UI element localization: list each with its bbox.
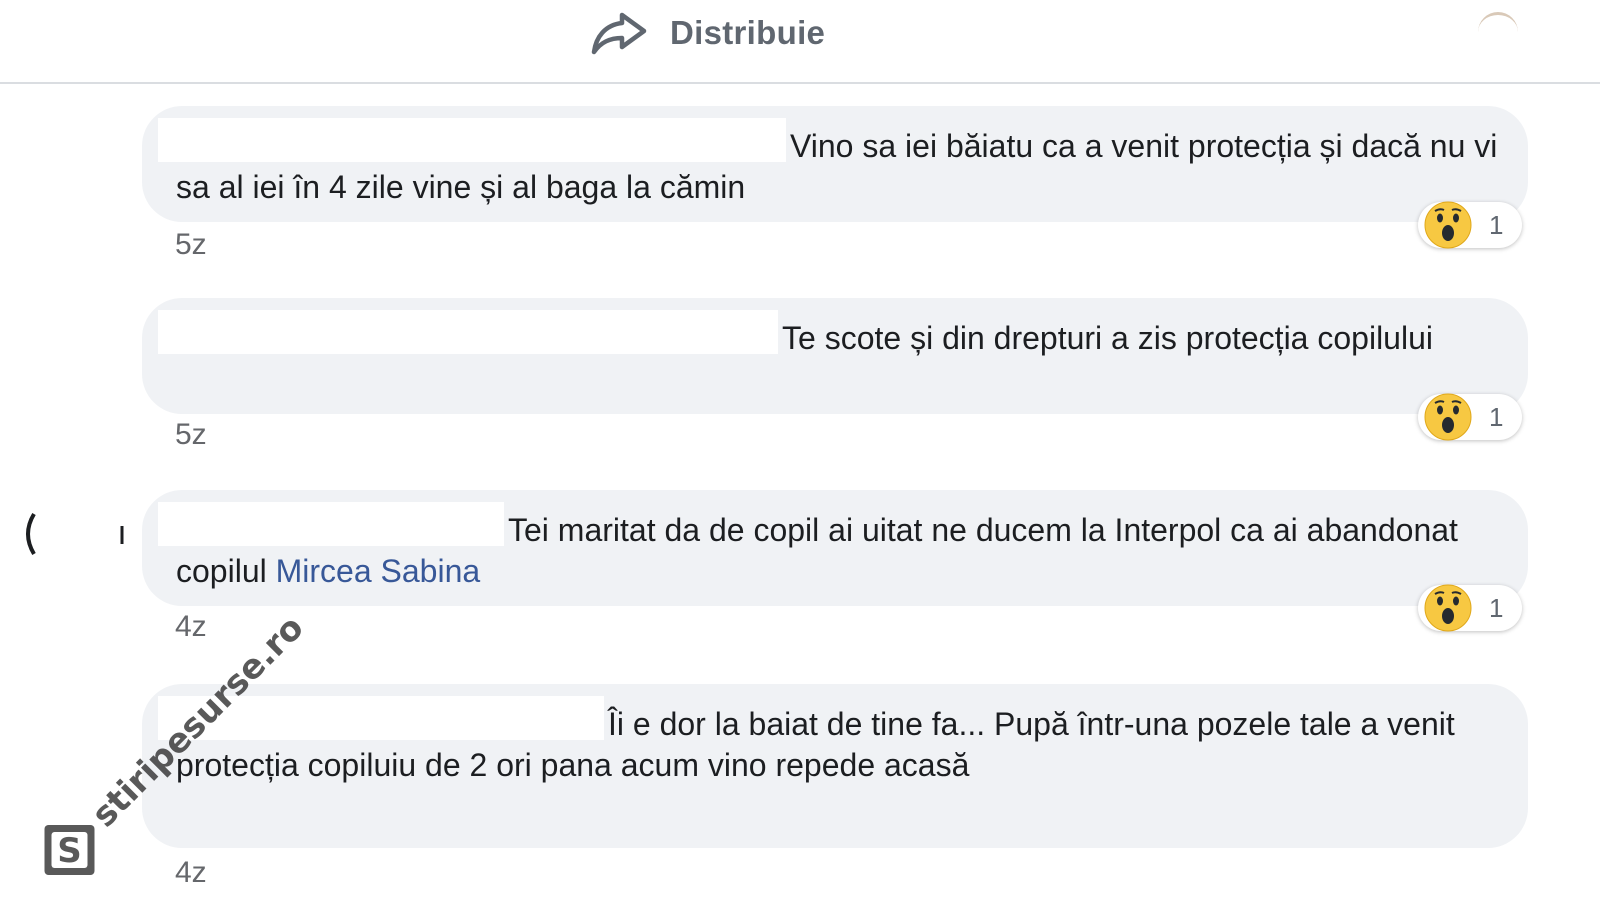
comment-bubble: Te scote și din drepturi a zis protecția… <box>142 298 1528 414</box>
redacted-author-name <box>158 310 778 354</box>
redacted-author-name <box>158 502 504 546</box>
wow-emoji-icon <box>1424 201 1472 249</box>
reaction-count: 1 <box>1489 592 1504 623</box>
share-button[interactable]: Distribuie <box>590 8 825 58</box>
comment-timestamp[interactable]: 4z <box>175 610 207 644</box>
comment-timestamp[interactable]: 5z <box>175 418 207 452</box>
wow-emoji-icon <box>1424 584 1472 632</box>
post-actions-bar: Distribuie <box>0 0 1600 84</box>
wow-emoji-icon <box>1424 393 1472 441</box>
watermark-logo-letter: S <box>57 831 82 871</box>
share-arrow-icon <box>590 9 648 57</box>
reaction-badge[interactable]: 1 <box>1418 584 1522 632</box>
comment-bubble: Vino sa iei băiatu ca a venit protecția … <box>142 106 1528 222</box>
comment-text: Te scote și din drepturi a zis protecția… <box>782 320 1433 356</box>
reaction-badge[interactable]: 1 <box>1418 393 1522 441</box>
avatar[interactable] <box>1478 12 1518 52</box>
redacted-author-name <box>158 118 786 162</box>
reaction-count: 1 <box>1489 401 1504 432</box>
comment-bubble: Tei maritat da de copil ai uitat ne duce… <box>142 490 1528 606</box>
share-label: Distribuie <box>670 14 826 51</box>
comment-timestamp[interactable]: 4z <box>175 856 207 890</box>
commenter-avatar[interactable] <box>20 510 130 558</box>
mention-link[interactable]: Mircea Sabina <box>276 553 481 589</box>
comment-timestamp[interactable]: 5z <box>175 228 207 262</box>
reaction-badge[interactable]: 1 <box>1418 201 1522 249</box>
reaction-count: 1 <box>1489 209 1504 240</box>
comment-bubble: Îi e dor la baiat de tine fa... Pupă înt… <box>142 684 1528 848</box>
